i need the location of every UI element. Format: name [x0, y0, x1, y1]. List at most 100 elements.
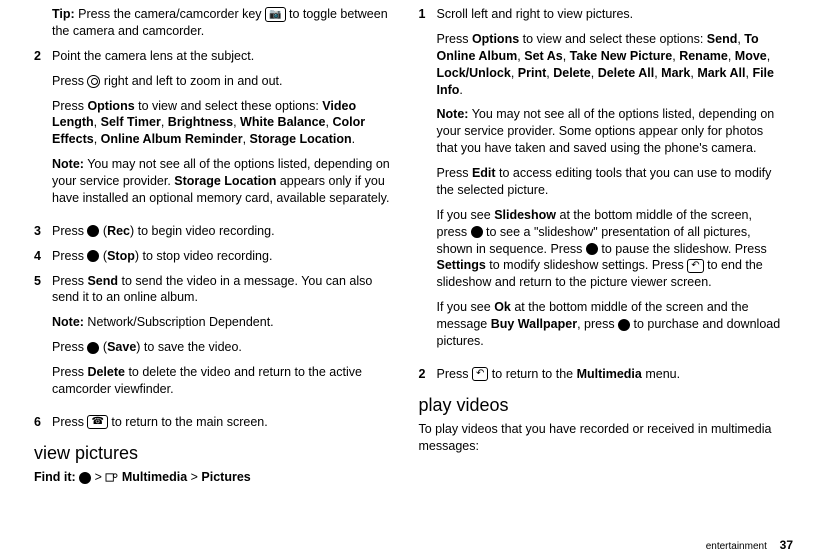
- sep: ,: [728, 49, 735, 63]
- bold: Save: [107, 340, 136, 354]
- center-key-icon: [87, 342, 99, 354]
- center-key-icon: [87, 250, 99, 262]
- step-number: 5: [34, 273, 52, 406]
- opt: Lock/Unlock: [437, 66, 511, 80]
- text: right and left to zoom in and out.: [100, 74, 282, 88]
- step5-save: Press (Save) to save the video.: [52, 339, 399, 356]
- back-key-icon: ↶: [472, 367, 488, 381]
- page-number: 37: [780, 538, 793, 552]
- sep: ,: [161, 115, 168, 129]
- text: to view and select these options:: [519, 32, 707, 46]
- bold: Slideshow: [494, 208, 556, 222]
- edit-para: Press Edit to access editing tools that …: [437, 165, 784, 199]
- right-column: 1 Scroll left and right to view pictures…: [409, 6, 794, 492]
- text: to modify slideshow settings. Press: [486, 258, 687, 272]
- text: ) to stop video recording.: [135, 249, 273, 263]
- nav-key-icon: [87, 75, 100, 88]
- step2-line2: Press right and left to zoom in and out.: [52, 73, 399, 90]
- step-number: 6: [34, 414, 52, 431]
- page-footer: entertainment 37: [706, 538, 793, 552]
- text: Network/Subscription Dependent.: [84, 315, 274, 329]
- center-key-icon: [87, 225, 99, 237]
- sep: ,: [767, 49, 770, 63]
- step2-line1: Point the camera lens at the subject.: [52, 48, 399, 65]
- text: to return to the: [488, 367, 576, 381]
- text: Press: [52, 249, 87, 263]
- step2-options: Press Options to view and select these o…: [52, 98, 399, 149]
- sep: ,: [511, 66, 518, 80]
- opt: Send: [707, 32, 738, 46]
- step-3: 3 Press (Rec) to begin video recording.: [34, 223, 399, 240]
- step-body: Press (Stop) to stop video recording.: [52, 248, 399, 265]
- step-2-right: 2 Press ↶ to return to the Multimedia me…: [419, 366, 784, 383]
- text: If you see: [437, 208, 495, 222]
- step2-note: Note: You may not see all of the options…: [52, 156, 399, 207]
- step-body: Press (Rec) to begin video recording.: [52, 223, 399, 240]
- sep: ,: [563, 49, 570, 63]
- step-number: 2: [419, 366, 437, 383]
- heading-play-videos: play videos: [419, 393, 784, 417]
- tip-para: Tip: Press the camera/camcorder key 📷 to…: [52, 6, 399, 40]
- options-label: Options: [472, 32, 519, 46]
- opt: Online Album Reminder: [101, 132, 243, 146]
- bold: Settings: [437, 258, 486, 272]
- bold: Ok: [494, 300, 511, 314]
- left-column: Tip: Press the camera/camcorder key 📷 to…: [24, 6, 409, 492]
- opt: Set As: [524, 49, 562, 63]
- text: Press: [52, 74, 87, 88]
- opt: Brightness: [168, 115, 233, 129]
- text: If you see: [437, 300, 495, 314]
- text: Press: [437, 32, 472, 46]
- camera-key-icon: 📷: [265, 7, 285, 22]
- note-label: Note:: [52, 157, 84, 171]
- text: Press: [52, 224, 87, 238]
- step5-line1: Press Send to send the video in a messag…: [52, 273, 399, 307]
- text: to return to the main screen.: [108, 415, 268, 429]
- text: Press: [437, 367, 472, 381]
- text: Scroll left and right to view pictures.: [437, 6, 784, 23]
- step5-note: Note: Network/Subscription Dependent.: [52, 314, 399, 331]
- center-key-icon: [618, 319, 630, 331]
- sep: >: [91, 470, 105, 484]
- dot: .: [352, 132, 355, 146]
- options-list: Press Options to view and select these o…: [437, 31, 784, 99]
- text: Press: [52, 340, 87, 354]
- bold: Multimedia: [122, 470, 187, 484]
- step-2: 2 Point the camera lens at the subject. …: [34, 48, 399, 215]
- multimedia-icon: [105, 472, 118, 483]
- opt: Take New Picture: [570, 49, 673, 63]
- sep: ,: [243, 132, 250, 146]
- step-body: Point the camera lens at the subject. Pr…: [52, 48, 399, 215]
- buy-wallpaper-para: If you see Ok at the bottom middle of th…: [437, 299, 784, 350]
- sep: ,: [591, 66, 598, 80]
- bold: Storage Location: [174, 174, 276, 188]
- findit-label: Find it:: [34, 470, 76, 484]
- step-number: 2: [34, 48, 52, 215]
- sep: ,: [94, 115, 101, 129]
- dot: .: [459, 83, 462, 97]
- text: Press: [52, 365, 87, 379]
- step5-delete: Press Delete to delete the video and ret…: [52, 364, 399, 398]
- note-label: Note:: [52, 315, 84, 329]
- step-body: Press Send to send the video in a messag…: [52, 273, 399, 406]
- opt: Rename: [679, 49, 728, 63]
- text: Press: [52, 274, 87, 288]
- text: Press: [52, 99, 87, 113]
- bold: Buy Wallpaper: [491, 317, 577, 331]
- bold: Rec: [107, 224, 130, 238]
- step-6: 6 Press ☎ to return to the main screen.: [34, 414, 399, 431]
- step-body: Scroll left and right to view pictures. …: [437, 6, 784, 358]
- tip-text-a: Press the camera/camcorder key: [75, 7, 265, 21]
- opt: Print: [518, 66, 546, 80]
- step-number: 3: [34, 223, 52, 240]
- note-label: Note:: [437, 107, 469, 121]
- center-key-icon: [471, 226, 483, 238]
- opt: Mark All: [697, 66, 745, 80]
- step-body: Press ↶ to return to the Multimedia menu…: [437, 366, 784, 383]
- opt: Storage Location: [250, 132, 352, 146]
- step-number: 1: [419, 6, 437, 358]
- options-label: Options: [87, 99, 134, 113]
- bold: Edit: [472, 166, 496, 180]
- text: to pause the slideshow. Press: [598, 242, 767, 256]
- back-key-icon: ↶: [687, 259, 703, 273]
